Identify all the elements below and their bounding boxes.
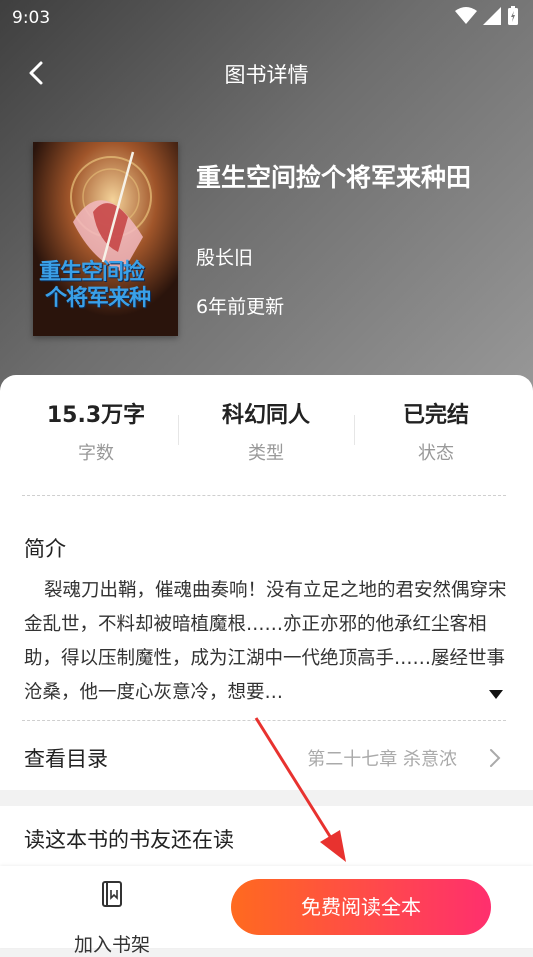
bookshelf-icon: [102, 881, 122, 907]
status-time: 9:03: [12, 8, 51, 28]
book-title: 重生空间捡个将军来种田: [196, 163, 472, 192]
book-cover[interactable]: 重生空间捡 个将军来种: [33, 142, 178, 336]
stat-status: 已完结 状态: [347, 397, 525, 465]
free-read-button[interactable]: 免费阅读全本: [231, 879, 491, 935]
book-updated-time: 6年前更新: [196, 296, 285, 318]
chevron-right-icon: [490, 749, 501, 767]
intro-heading: 简介: [24, 537, 66, 561]
stat-label: 状态: [418, 443, 454, 464]
stat-value: 科幻同人: [221, 403, 310, 428]
add-to-shelf-button[interactable]: 加入书架: [62, 880, 162, 956]
stat-value: 15.3万字: [46, 403, 146, 428]
stat-category: 科幻同人 类型: [177, 397, 355, 465]
stats-row: 15.3万字 字数 科幻同人 类型 已完结 状态: [0, 375, 533, 475]
stat-word-count: 15.3万字 字数: [7, 397, 185, 465]
table-of-contents-row[interactable]: 查看目录 第二十七章 杀意浓: [0, 721, 533, 789]
also-reading-heading: 读这本书的书友还在读: [24, 828, 234, 852]
intro-text: 裂魂刀出鞘，催魂曲奏响！没有立足之地的君安然偶穿宋金乱世，不料却被暗植魔根……亦…: [24, 580, 507, 703]
add-to-shelf-label: 加入书架: [73, 934, 150, 956]
divider: [22, 495, 506, 496]
page-title: 图书详情: [224, 63, 309, 87]
battery-icon: [508, 6, 518, 25]
status-icons: [455, 6, 519, 26]
detail-card: 15.3万字 字数 科幻同人 类型 已完结 状态 简介 裂魂刀出鞘，催魂曲奏响！…: [0, 375, 533, 790]
stat-label: 类型: [248, 443, 284, 464]
wifi-icon: [455, 7, 477, 24]
stat-label: 字数: [78, 443, 114, 464]
status-bar: 9:03: [0, 0, 533, 36]
expand-down-icon[interactable]: [489, 690, 503, 700]
book-author[interactable]: 殷长旧: [196, 243, 253, 270]
cover-title-text: 重生空间捡 个将军来种: [39, 260, 151, 311]
signal-icon: [483, 7, 501, 25]
nav-bar: 图书详情: [0, 50, 533, 96]
toc-label: 查看目录: [24, 747, 108, 771]
bottom-action-bar: 加入书架 免费阅读全本: [0, 866, 533, 956]
also-reading-section: 读这本书的书友还在读: [0, 806, 533, 866]
latest-chapter: 第二十七章 杀意浓: [307, 749, 457, 770]
stat-value: 已完结: [402, 403, 469, 428]
